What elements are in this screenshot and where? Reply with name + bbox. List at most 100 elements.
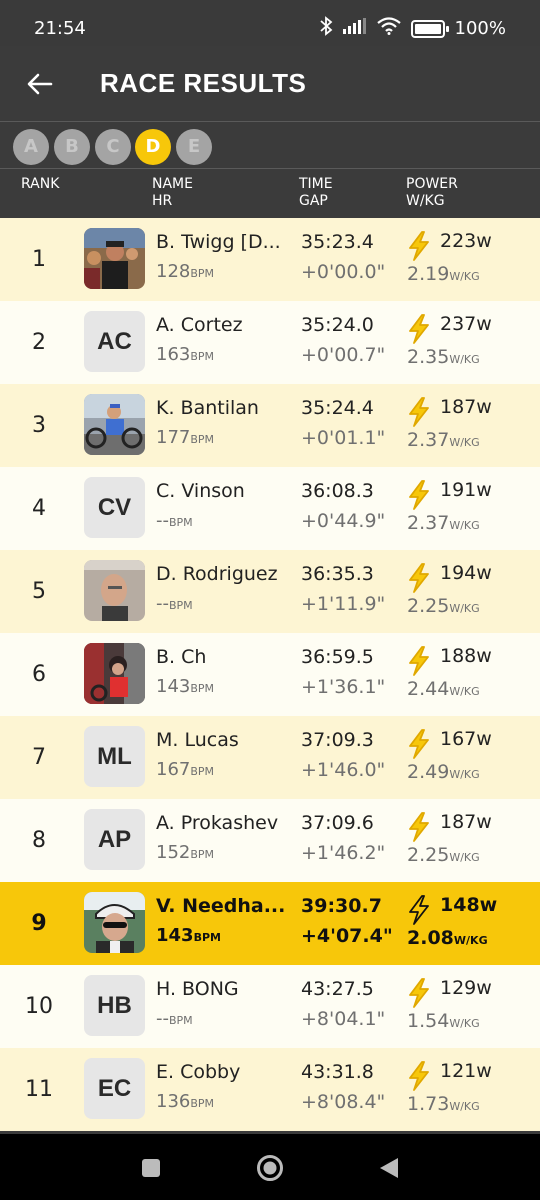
heart-rate-value: 163 <box>156 344 191 365</box>
category-tab-c[interactable]: C <box>95 129 131 165</box>
heart-rate-value: 167 <box>156 759 191 780</box>
watts-per-kg: 2.49W/KG <box>407 761 480 783</box>
lightning-bolt-icon <box>409 480 429 510</box>
wkg-unit: W/KG <box>453 934 488 947</box>
rider-name: B. Ch <box>156 646 207 668</box>
finish-time: 39:30.7 <box>301 895 382 917</box>
time-gap: +8'04.1" <box>301 1008 386 1030</box>
power-watts: 187w <box>440 811 492 833</box>
table-row[interactable]: 3 K. Bantilan 177BPM 35:24.4 +0'01.1" 18… <box>0 384 540 467</box>
avatar-initials: HB <box>84 975 145 1036</box>
time-gap: +0'44.9" <box>301 510 386 532</box>
results-list: 1 B. Twigg [D... 128BPM 35:23.4 +0'00.0"… <box>0 218 540 1131</box>
recent-apps-button[interactable] <box>141 1158 161 1182</box>
rank: 3 <box>32 413 46 438</box>
wkg-unit: W/KG <box>449 768 480 781</box>
category-tab-e[interactable]: E <box>176 129 212 165</box>
category-tab-a[interactable]: A <box>13 129 49 165</box>
rank: 2 <box>32 330 46 355</box>
table-row-current-user[interactable]: 9 V. Needha... 143BPM 39:30.7 +4'07.4" 1… <box>0 882 540 965</box>
lightning-bolt-icon <box>409 812 429 842</box>
time-gap: +0'00.7" <box>301 344 386 366</box>
watts-per-kg: 2.35W/KG <box>407 346 480 368</box>
watts-per-kg: 2.37W/KG <box>407 429 480 451</box>
power-watts: 223w <box>440 230 492 252</box>
arrow-left-icon <box>27 73 53 95</box>
wkg-value: 2.25 <box>407 595 450 617</box>
heart-rate-value: -- <box>156 1008 169 1029</box>
table-row[interactable]: 11 EC E. Cobby 136BPM 43:31.8 +8'08.4" 1… <box>0 1048 540 1131</box>
heart-rate-value: 136 <box>156 1091 191 1112</box>
category-tab-b[interactable]: B <box>54 129 90 165</box>
power-watts: 237w <box>440 313 492 335</box>
bpm-unit: BPM <box>190 848 215 861</box>
heart-rate: --BPM <box>156 510 193 531</box>
watts-per-kg: 2.25W/KG <box>407 844 480 866</box>
watts-per-kg: 1.54W/KG <box>407 1010 480 1032</box>
finish-time: 36:35.3 <box>301 563 374 585</box>
wkg-value: 1.54 <box>407 1010 450 1032</box>
rider-name: H. BONG <box>156 978 239 1000</box>
power-watts: 167w <box>440 728 492 750</box>
table-row[interactable]: 8 AP A. Prokashev 152BPM 37:09.6 +1'46.2… <box>0 799 540 882</box>
lightning-bolt-icon <box>409 895 429 925</box>
time-gap: +8'08.4" <box>301 1091 386 1113</box>
time-gap: +1'46.2" <box>301 842 386 864</box>
lightning-bolt-icon <box>409 563 429 593</box>
back-button[interactable] <box>20 64 60 104</box>
time-gap: +4'07.4" <box>301 925 393 947</box>
finish-time: 37:09.6 <box>301 812 374 834</box>
column-name: NAME <box>152 176 193 192</box>
table-row[interactable]: 1 B. Twigg [D... 128BPM 35:23.4 +0'00.0"… <box>0 218 540 301</box>
table-row[interactable]: 2 AC A. Cortez 163BPM 35:24.0 +0'00.7" 2… <box>0 301 540 384</box>
table-row[interactable]: 7 ML M. Lucas 167BPM 37:09.3 +1'46.0" 16… <box>0 716 540 799</box>
heart-rate-value: 128 <box>156 261 191 282</box>
status-bar: 21:54 100% <box>0 0 540 46</box>
rider-name: A. Cortez <box>156 314 243 336</box>
finish-time: 35:24.0 <box>301 314 374 336</box>
signal-icon <box>342 18 367 39</box>
avatar-initials: EC <box>84 1058 145 1119</box>
rank: 4 <box>32 496 46 521</box>
watts-per-kg: 2.44W/KG <box>407 678 480 700</box>
triangle-back-icon <box>380 1158 398 1178</box>
page-title: RACE RESULTS <box>100 68 307 98</box>
finish-time: 43:31.8 <box>301 1061 374 1083</box>
avatar-initials: ML <box>84 726 145 787</box>
lightning-bolt-icon <box>409 397 429 427</box>
table-row[interactable]: 4 CV C. Vinson --BPM 36:08.3 +0'44.9" 19… <box>0 467 540 550</box>
finish-time: 43:27.5 <box>301 978 374 1000</box>
column-name-hr: NAME HR <box>152 176 193 210</box>
home-button[interactable] <box>256 1154 284 1186</box>
system-nav-bar <box>0 1134 540 1200</box>
heart-rate-value: -- <box>156 510 169 531</box>
back-nav-button[interactable] <box>378 1156 400 1184</box>
heart-rate-value: 143 <box>156 925 194 946</box>
wkg-value: 2.49 <box>407 761 450 783</box>
wkg-unit: W/KG <box>449 270 480 283</box>
time-gap: +1'11.9" <box>301 593 386 615</box>
wkg-value: 2.19 <box>407 263 450 285</box>
column-power-wkg: POWER W/KG <box>406 176 458 210</box>
category-tab-d[interactable]: D <box>135 129 171 165</box>
table-row[interactable]: 5 D. Rodriguez --BPM 36:35.3 +1'11.9" 19… <box>0 550 540 633</box>
column-gap: GAP <box>299 193 328 209</box>
heart-rate: --BPM <box>156 593 193 614</box>
wkg-value: 2.08 <box>407 927 454 949</box>
finish-time: 36:59.5 <box>301 646 374 668</box>
table-row[interactable]: 10 HB H. BONG --BPM 43:27.5 +8'04.1" 129… <box>0 965 540 1048</box>
table-row[interactable]: 6 B. Ch 143BPM 36:59.5 +1'36.1" 188w 2.4… <box>0 633 540 716</box>
heart-rate: 177BPM <box>156 427 214 448</box>
wkg-value: 2.35 <box>407 346 450 368</box>
watts-per-kg: 1.73W/KG <box>407 1093 480 1115</box>
power-watts: 129w <box>440 977 492 999</box>
wkg-unit: W/KG <box>449 353 480 366</box>
column-time-gap: TIME GAP <box>299 176 333 210</box>
watts-per-kg: 2.37W/KG <box>407 512 480 534</box>
heart-rate: 128BPM <box>156 261 214 282</box>
rank: 9 <box>31 911 47 936</box>
avatar <box>84 394 145 455</box>
wkg-unit: W/KG <box>449 519 480 532</box>
avatar <box>84 892 145 953</box>
time-gap: +0'01.1" <box>301 427 386 449</box>
